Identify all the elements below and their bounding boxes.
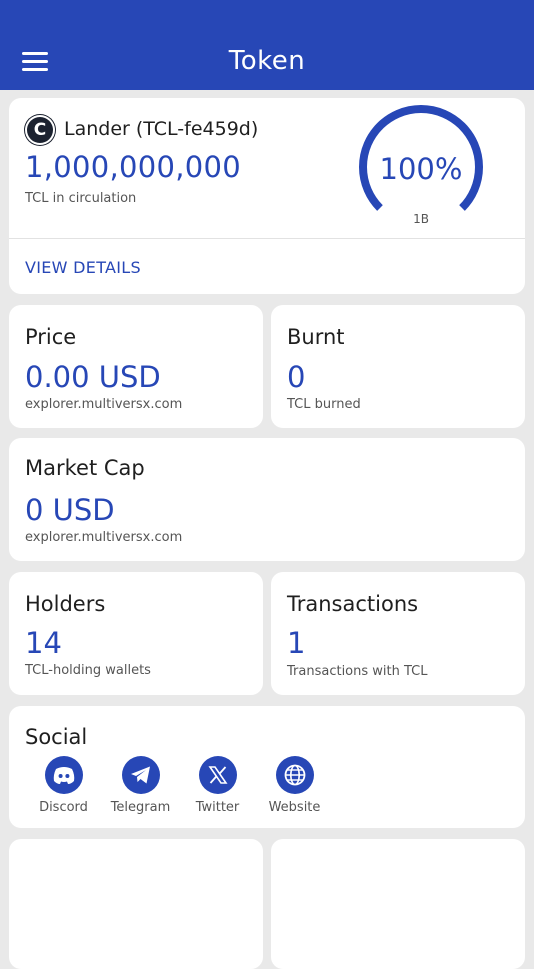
twitter-link[interactable]: Twitter: [179, 756, 256, 815]
website-label: Website: [268, 800, 321, 815]
market-cap-source: explorer.multiversx.com: [25, 530, 183, 545]
circulating-supply: 1,000,000,000: [25, 150, 242, 184]
transactions-card: Transactions 1 Transactions with TCL: [271, 572, 525, 695]
burnt-caption: TCL burned: [287, 397, 361, 412]
holders-label: Holders: [25, 592, 106, 616]
transactions-caption: Transactions with TCL: [287, 664, 428, 679]
burnt-value: 0: [287, 360, 306, 394]
discord-label: Discord: [39, 800, 88, 815]
website-link[interactable]: Website: [256, 756, 333, 815]
discord-icon: [44, 756, 83, 794]
price-card: Price 0.00 USD explorer.multiversx.com: [9, 305, 263, 428]
social-card: Social Discord Telegram Twitter Website: [9, 706, 525, 828]
globe-icon: [275, 756, 314, 794]
market-cap-value: 0 USD: [25, 493, 115, 527]
telegram-icon: [121, 756, 160, 794]
divider: [9, 238, 525, 239]
holders-value: 14: [25, 626, 62, 660]
price-value: 0.00 USD: [25, 360, 161, 394]
price-label: Price: [25, 325, 77, 349]
holders-caption: TCL-holding wallets: [25, 663, 151, 678]
token-overview-card: C Lander (TCL-fe459d) 1,000,000,000 TCL …: [9, 98, 525, 294]
burnt-card: Burnt 0 TCL burned: [271, 305, 525, 428]
telegram-link[interactable]: Telegram: [102, 756, 179, 815]
x-icon: [198, 756, 237, 794]
burnt-label: Burnt: [287, 325, 345, 349]
telegram-label: Telegram: [110, 800, 171, 815]
transactions-label: Transactions: [287, 592, 419, 616]
market-cap-card: Market Cap 0 USD explorer.multiversx.com: [9, 438, 525, 561]
market-cap-label: Market Cap: [25, 456, 145, 480]
gauge-max-label: 1B: [413, 212, 429, 226]
transactions-value: 1: [287, 626, 306, 660]
view-details-link[interactable]: VIEW DETAILS: [25, 258, 141, 277]
holders-card: Holders 14 TCL-holding wallets: [9, 572, 263, 695]
twitter-label: Twitter: [195, 800, 240, 815]
page-title: Token: [228, 46, 306, 76]
social-links: Discord Telegram Twitter Website: [25, 756, 333, 815]
supply-caption: TCL in circulation: [25, 191, 137, 206]
token-name: Lander (TCL-fe459d): [64, 118, 259, 140]
social-label: Social: [25, 725, 88, 749]
token-logo-icon: C: [25, 115, 55, 145]
price-source: explorer.multiversx.com: [25, 397, 183, 412]
gauge-percent: 100%: [379, 152, 463, 186]
app-header: Token: [0, 0, 534, 90]
discord-link[interactable]: Discord: [25, 756, 102, 815]
